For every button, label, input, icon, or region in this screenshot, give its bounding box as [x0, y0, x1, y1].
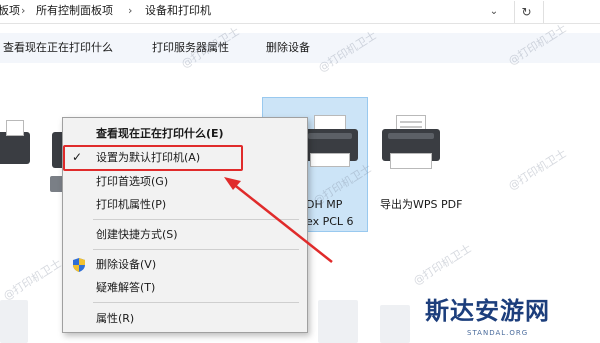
logo-subtitle: STANDAL.ORG — [467, 329, 529, 337]
devices-and-printers-window: 板项 › 所有控制面板项 › 设备和打印机 ⌄ ↻ 查看现在正在打印什么 打印服… — [0, 0, 600, 343]
annotation-arrow — [224, 177, 333, 263]
site-logo: 斯达安游网 STANDAL.ORG — [415, 295, 595, 343]
logo-title: 斯达安游网 — [425, 296, 550, 325]
arrow-line — [231, 182, 333, 263]
